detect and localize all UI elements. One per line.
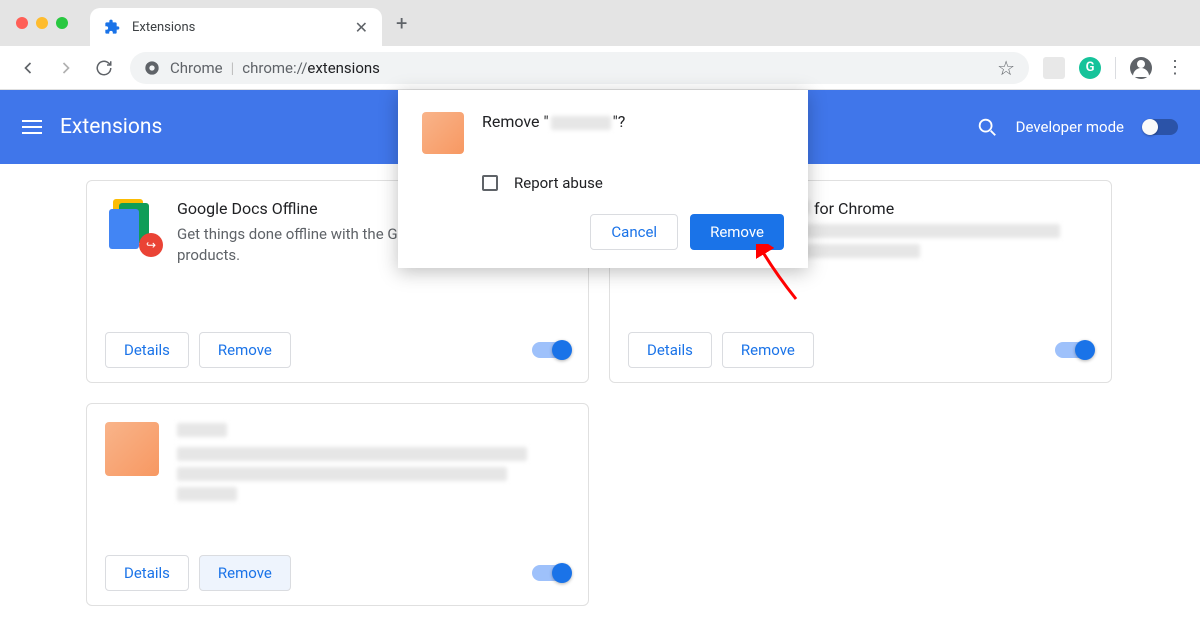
profile-avatar-icon[interactable] [1130, 57, 1152, 79]
google-docs-offline-icon: ↪ [105, 199, 159, 253]
toolbar-right: G ⋮ [1043, 57, 1184, 79]
remove-button[interactable]: Remove [199, 555, 291, 591]
back-button[interactable] [16, 56, 40, 80]
hamburger-menu-button[interactable] [22, 120, 42, 134]
dialog-title-suffix: "? [613, 112, 626, 131]
site-info-icon[interactable] [144, 60, 160, 76]
dialog-title-prefix: Remove " [482, 112, 549, 131]
window-titlebar: Extensions ✕ + [0, 0, 1200, 46]
search-icon[interactable] [976, 116, 998, 138]
extension-icon [105, 422, 159, 476]
details-button[interactable]: Details [105, 332, 189, 368]
browser-tab[interactable]: Extensions ✕ [90, 8, 382, 46]
browser-toolbar: Chrome | chrome://extensions ☆ G ⋮ [0, 46, 1200, 90]
address-bar[interactable]: Chrome | chrome://extensions ☆ [130, 52, 1029, 84]
reload-button[interactable] [92, 56, 116, 80]
dialog-extension-name-redacted [551, 116, 611, 130]
new-tab-button[interactable]: + [396, 11, 407, 35]
url-scheme: Chrome [170, 59, 223, 77]
remove-extension-dialog: Remove " "? Report abuse Cancel Remove [398, 90, 808, 268]
developer-mode-toggle[interactable] [1142, 119, 1178, 135]
minimize-window-button[interactable] [36, 17, 48, 29]
maximize-window-button[interactable] [56, 17, 68, 29]
url-text: Chrome | chrome://extensions [170, 59, 380, 77]
remove-button[interactable]: Remove [722, 332, 814, 368]
extension-name [177, 422, 570, 441]
extension-card: Details Remove [86, 403, 589, 606]
enable-toggle[interactable] [532, 565, 570, 581]
extension-action-1[interactable] [1043, 57, 1065, 79]
close-window-button[interactable] [16, 17, 28, 29]
extension-puzzle-icon [104, 19, 120, 35]
dialog-remove-button[interactable]: Remove [690, 214, 784, 250]
toolbar-divider [1115, 57, 1116, 79]
dialog-title: Remove " "? [482, 112, 625, 131]
chrome-menu-button[interactable]: ⋮ [1166, 57, 1184, 78]
grammarly-extension-icon[interactable]: G [1079, 57, 1101, 79]
report-abuse-checkbox[interactable] [482, 175, 498, 191]
url-divider: | [231, 59, 235, 77]
url-host: extensions [307, 59, 380, 77]
developer-mode-label: Developer mode [1016, 118, 1124, 136]
tab-title: Extensions [132, 20, 343, 35]
page-title: Extensions [60, 115, 162, 139]
enable-toggle[interactable] [1055, 342, 1093, 358]
bookmark-star-icon[interactable]: ☆ [997, 56, 1015, 80]
dialog-extension-icon [422, 112, 464, 154]
extension-description [177, 447, 570, 501]
forward-button[interactable] [54, 56, 78, 80]
enable-toggle[interactable] [532, 342, 570, 358]
details-button[interactable]: Details [628, 332, 712, 368]
url-path: chrome:// [242, 59, 307, 77]
remove-button[interactable]: Remove [199, 332, 291, 368]
tab-close-button[interactable]: ✕ [355, 18, 368, 37]
details-button[interactable]: Details [105, 555, 189, 591]
traffic-lights [16, 17, 68, 29]
extension-name-suffix: for Chrome [810, 199, 894, 218]
dialog-cancel-button[interactable]: Cancel [590, 214, 678, 250]
report-abuse-label: Report abuse [514, 174, 603, 192]
